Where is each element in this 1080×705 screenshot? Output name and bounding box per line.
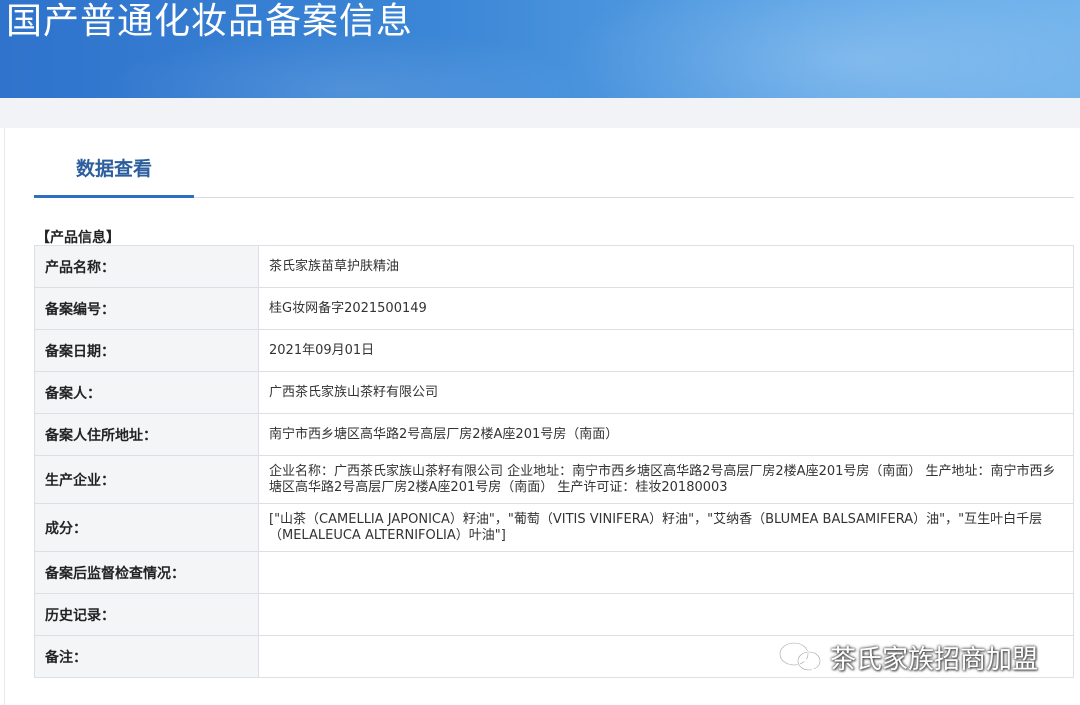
row-label: 生产企业： (34, 455, 259, 504)
table-row: 生产企业： 企业名称：广西茶氏家族山茶籽有限公司 企业地址：南宁市西乡塘区高华路… (34, 455, 1074, 504)
row-value: 2021年09月01日 (258, 329, 1074, 372)
row-label: 备案人： (34, 371, 259, 414)
section-title-product-info: 【产品信息】 (36, 230, 120, 246)
row-label: 产品名称： (34, 245, 259, 288)
row-label: 备注： (34, 635, 259, 678)
table-row: 产品名称： 茶氏家族苗草护肤精油 (34, 245, 1074, 288)
row-label: 备案编号： (34, 287, 259, 330)
row-label: 成分： (34, 503, 259, 552)
table-row: 备案编号： 桂G妆网备字2021500149 (34, 287, 1074, 330)
banner-gap (0, 98, 1080, 128)
row-value: 南宁市西乡塘区高华路2号高层厂房2楼A座201号房（南面） (258, 413, 1074, 456)
row-label: 备案后监督检查情况： (34, 551, 259, 594)
row-value (258, 551, 1074, 594)
table-row: 备案人住所地址： 南宁市西乡塘区高华路2号高层厂房2楼A座201号房（南面） (34, 413, 1074, 456)
tab-divider (194, 197, 1074, 198)
row-value: 企业名称：广西茶氏家族山茶籽有限公司 企业地址：南宁市西乡塘区高华路2号高层厂房… (258, 455, 1074, 504)
table-row: 备案后监督检查情况： (34, 551, 1074, 594)
table-row: 备案人： 广西茶氏家族山茶籽有限公司 (34, 371, 1074, 414)
table-row: 备案日期： 2021年09月01日 (34, 329, 1074, 372)
row-label: 备案日期： (34, 329, 259, 372)
table-row: 成分： ["山茶（CAMELLIA JAPONICA）籽油"，"葡萄（VITIS… (34, 503, 1074, 552)
table-row: 历史记录： (34, 593, 1074, 636)
wechat-icon (778, 641, 822, 673)
row-label: 历史记录： (34, 593, 259, 636)
header-banner: 国产普通化妆品备案信息 (0, 0, 1080, 98)
row-value: 桂G妆网备字2021500149 (258, 287, 1074, 330)
row-value: ["山茶（CAMELLIA JAPONICA）籽油"，"葡萄（VITIS VIN… (258, 503, 1074, 552)
row-value: 茶氏家族苗草护肤精油 (258, 245, 1074, 288)
row-value (258, 593, 1074, 636)
page-title: 国产普通化妆品备案信息 (6, 1, 414, 42)
tab-active-indicator (34, 195, 194, 198)
wechat-watermark: 茶氏家族招商加盟 (778, 640, 1039, 675)
row-value: 广西茶氏家族山茶籽有限公司 (258, 371, 1074, 414)
row-label: 备案人住所地址： (34, 413, 259, 456)
product-info-table: 产品名称： 茶氏家族苗草护肤精油 备案编号： 桂G妆网备字2021500149 … (34, 245, 1074, 678)
tab-data-view[interactable]: 数据查看 (34, 154, 194, 198)
watermark-text: 茶氏家族招商加盟 (830, 644, 1039, 675)
